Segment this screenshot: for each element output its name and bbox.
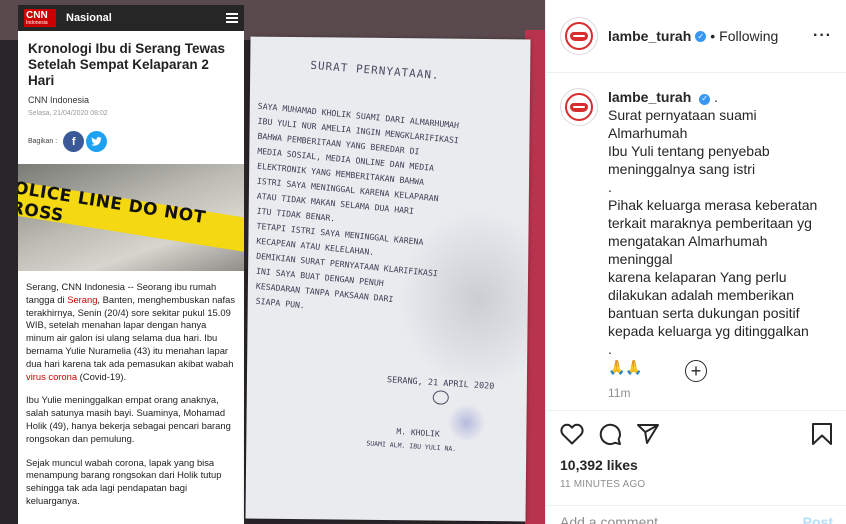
caption-avatar[interactable] <box>560 88 598 126</box>
stamp-mark <box>446 404 487 442</box>
article-paragraph-3: Sejak muncul wabah corona, lapak yang bi… <box>26 456 222 506</box>
article-paragraph-1: Serang, CNN Indonesia -- Seorang ibu rum… <box>26 281 236 383</box>
more-icon[interactable]: ··· <box>813 27 832 45</box>
verified-icon: ✓ <box>699 93 711 105</box>
avatar[interactable] <box>560 17 598 55</box>
heart-icon[interactable] <box>560 423 584 445</box>
add-comment-bar: Post <box>546 505 846 524</box>
caption-line: karena kelaparan Yang perlu <box>608 269 787 285</box>
news-article-screenshot: CNN Indonesia Nasional Kronologi Ibu di … <box>18 5 244 524</box>
cnn-header-bar: CNN Indonesia Nasional <box>18 5 244 31</box>
comments-area: lambe_turah ✓ . Surat pernyataan suami A… <box>546 74 846 410</box>
post-button[interactable]: Post <box>803 514 833 524</box>
likes-count[interactable]: 10,392 likes <box>560 457 833 473</box>
separator-dot: • <box>710 28 716 44</box>
username-link[interactable]: lambe_turah <box>608 28 691 44</box>
caption-line: Surat pernyataan suami Almarhumah <box>608 107 757 141</box>
caption-line: Pihak keluarga merasa keberatan <box>608 197 818 213</box>
signature <box>432 390 449 405</box>
caption-line: terkait maraknya pemberitaan yg <box>608 215 812 231</box>
article-date: Selasa, 21/04/2020 08:02 <box>28 110 108 117</box>
action-bar: 10,392 likes 11 MINUTES AGO <box>546 410 846 490</box>
police-tape: POLICE LINE DO NOT CROSS <box>18 176 244 255</box>
comment-icon[interactable] <box>598 422 622 446</box>
letter-title: SURAT PERNYATAAN. <box>309 58 441 83</box>
letter-body: SAYA MUHAMAD KHOLIK SUAMI DARI ALMARHUMA… <box>255 99 530 312</box>
caption-line: . <box>608 179 612 195</box>
cnn-logo-sub: Indonesia <box>26 20 48 26</box>
plus-circle-icon[interactable]: + <box>685 360 707 382</box>
letter-place-date: SERANG, 21 APRIL 2020 <box>386 375 495 392</box>
article-paragraph-2: Ibu Yulie meninggalkan empat orang anakn… <box>26 394 231 444</box>
caption-line: 🙏🙏 <box>608 359 643 375</box>
share-row: Bagikan : f <box>18 117 244 152</box>
article-source: CNN Indonesia <box>28 95 90 105</box>
lips-logo-icon <box>565 22 593 50</box>
post-time[interactable]: 11 MINUTES AGO <box>560 479 833 490</box>
post-side-panel: lambe_turah ✓ • Following ··· lambe_tura… <box>545 0 846 524</box>
article-section: Nasional <box>66 12 112 24</box>
article-link-virus-corona: virus corona <box>26 370 78 382</box>
share-label: Bagikan : <box>28 138 58 145</box>
share-icon[interactable] <box>636 422 660 446</box>
cnn-logo: CNN Indonesia <box>24 9 56 27</box>
facebook-icon: f <box>63 131 85 152</box>
lips-logo-icon <box>565 93 593 121</box>
verified-icon: ✓ <box>695 30 707 42</box>
police-tape-photo: POLICE LINE DO NOT CROSS <box>18 164 244 271</box>
article-text: (Covid-19). <box>77 370 127 382</box>
post-image[interactable]: CNN Indonesia Nasional Kronologi Ibu di … <box>0 0 545 524</box>
letter-signer-name: M. KHOLIK <box>396 426 440 439</box>
caption-line: bantuan serta dukungan positif <box>608 305 800 321</box>
post-header: lambe_turah ✓ • Following ··· <box>546 0 846 73</box>
police-tape-text: POLICE LINE DO NOT CROSS <box>18 176 207 229</box>
article-link-serang: Serang <box>67 293 98 305</box>
article-body: Serang, CNN Indonesia -- Seorang ibu rum… <box>18 271 244 508</box>
caption-line: Ibu Yuli tentang penyebab <box>608 143 770 159</box>
caption-timestamp[interactable]: 11m <box>608 384 828 402</box>
action-buttons <box>560 419 833 449</box>
caption-line: meninggalnya sang istri <box>608 161 756 177</box>
caption-line: kepada keluarga yg ditinggalkan <box>608 323 809 339</box>
caption-text: lambe_turah ✓ . Surat pernyataan suami A… <box>608 88 828 402</box>
letter-signer-title: SUAMI ALM. IBU YULI NA. <box>366 439 457 454</box>
article-title: Kronologi Ibu di Serang Tewas Setelah Se… <box>28 41 226 88</box>
caption-line: dilakukan adalah memberikan <box>608 287 794 303</box>
handwritten-letter: SURAT PERNYATAAN. SAYA MUHAMAD KHOLIK SU… <box>245 36 531 522</box>
following-button[interactable]: Following <box>719 28 778 44</box>
caption-line: mengatakan Almarhumah meninggal <box>608 233 768 267</box>
caption-username[interactable]: lambe_turah <box>608 89 691 105</box>
comment-input[interactable] <box>560 514 803 524</box>
twitter-icon <box>86 131 108 152</box>
caption-body: Surat pernyataan suami Almarhumah Ibu Yul… <box>608 106 828 376</box>
hamburger-icon <box>226 13 238 23</box>
article-text: , Banten, menghembuskan nafas terakhirny… <box>26 293 236 369</box>
bookmark-icon[interactable] <box>811 422 833 446</box>
caption: lambe_turah ✓ . Surat pernyataan suami A… <box>560 88 833 402</box>
caption-line: . <box>608 341 612 357</box>
